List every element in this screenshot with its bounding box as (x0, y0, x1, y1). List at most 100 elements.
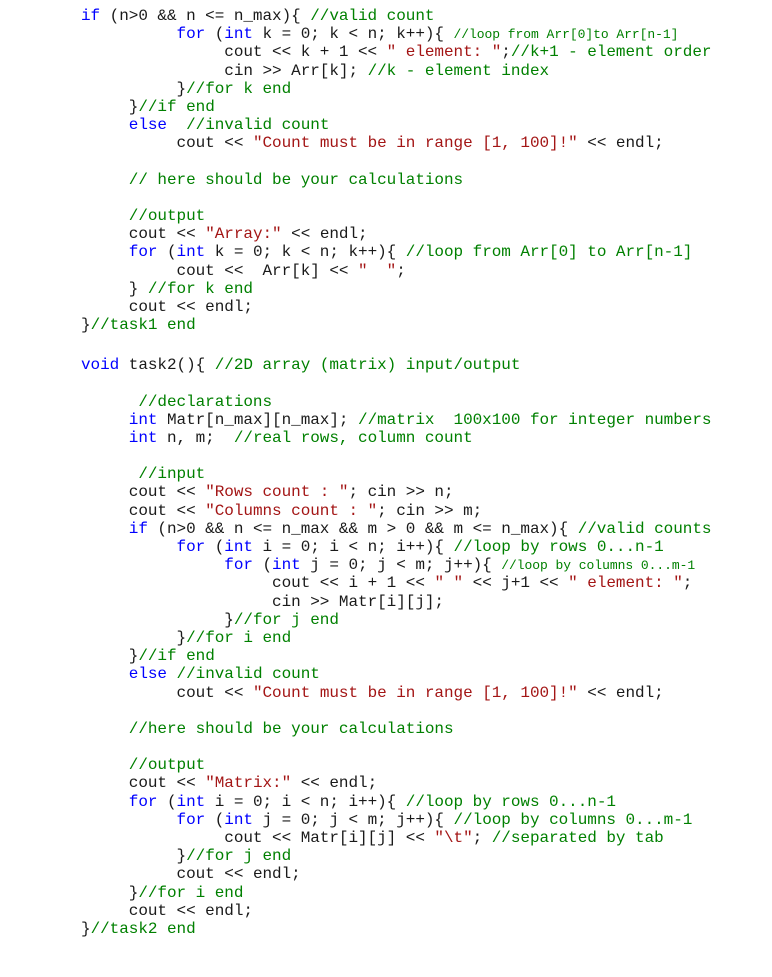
string-literal: "Array:" (205, 225, 282, 244)
comment: //for k end (147, 279, 253, 298)
string-literal: "Columns count : " (205, 501, 378, 520)
code-text: << endl; (577, 683, 664, 702)
keyword-token: for (128, 243, 158, 262)
code-line: }//for j end (81, 611, 711, 629)
comment: //output (128, 756, 206, 775)
keyword-token: int (176, 792, 206, 811)
comment: //loop by columns 0...m-1 (453, 810, 693, 829)
code-text: Matr[n_max][n_max]; (157, 410, 359, 429)
comment: //loop by rows 0...n-1 (405, 792, 616, 811)
code-line: }//for i end (81, 629, 711, 647)
code-line: }//for j end (81, 847, 711, 865)
code-line: for (int j = 0; j < m; j++){ //loop by c… (81, 556, 711, 574)
code-line: //input (81, 465, 711, 483)
keyword-token: if (81, 7, 101, 25)
comment: //loop from Arr[0] to Arr[n-1] (405, 243, 693, 262)
keyword-token: int (128, 410, 158, 429)
keyword-token: for (176, 25, 206, 44)
code-text: cout << (176, 134, 253, 153)
string-literal: "Count must be in range [1, 100]!" (252, 683, 578, 702)
code-text: cout << endl; (128, 901, 253, 920)
code-text: ; cin >> n; (348, 483, 454, 502)
code-line: }//if end (81, 647, 711, 665)
code-text: ( (157, 243, 177, 262)
comment: //invalid count (186, 116, 330, 135)
code-text: cout << (128, 483, 206, 502)
code-line: }//for k end (81, 80, 711, 98)
code-line: }//for i end (81, 884, 711, 902)
code-text: task2(){ (119, 356, 215, 375)
comment: //task1 end (90, 316, 196, 335)
code-listing: if (n>0 && n <= n_max){ //valid count fo… (81, 7, 712, 938)
code-text: cin >> Matr[i][j]; (272, 592, 444, 611)
code-text: k = 0; k < n; k++){ (252, 25, 454, 44)
string-literal: "\t" (434, 829, 473, 848)
code-line: cin >> Matr[i][j]; (81, 593, 711, 611)
code-text: } (81, 316, 91, 335)
code-text: } (128, 883, 139, 902)
keyword-token: else (128, 116, 167, 135)
code-line: cout << "Columns count : "; cin >> m; (81, 502, 711, 520)
code-line: void task2(){ //2D array (matrix) input/… (81, 356, 711, 374)
code-text: ; (682, 574, 693, 593)
comment: //valid count (310, 7, 435, 25)
code-text: ; cin >> m; (377, 501, 483, 520)
code-text: } (128, 647, 139, 666)
code-line: cout << "Rows count : "; cin >> n; (81, 483, 711, 501)
code-text: } (128, 97, 139, 116)
code-text: } (176, 79, 187, 98)
comment: //if end (138, 97, 215, 116)
comment: //2D array (matrix) input/output (214, 356, 521, 375)
string-literal: "Count must be in range [1, 100]!" (252, 134, 578, 153)
code-text: << endl; (281, 225, 368, 244)
comment: //real rows, column count (233, 428, 473, 447)
keyword-token: int (176, 243, 206, 262)
code-line: if (n>0 && n <= n_max){ //valid count (81, 7, 711, 25)
code-line: for (int i = 0; i < n; i++){ //loop by r… (81, 793, 711, 811)
code-text: cout << k + 1 << (224, 43, 387, 62)
code-text: } (176, 847, 187, 866)
code-text: ( (205, 25, 225, 44)
code-line: for (int i = 0; i < n; i++){ //loop by r… (81, 538, 711, 556)
code-line: int Matr[n_max][n_max]; //matrix 100x100… (81, 410, 712, 429)
code-text: n, m; (157, 428, 234, 447)
comment: //for i end (138, 883, 244, 902)
comment: //for k end (186, 79, 292, 98)
keyword-token: if (128, 519, 148, 538)
code-text: } (128, 279, 148, 298)
code-text: << j+1 << (463, 574, 569, 593)
comment: //loop by columns 0...m-1 (501, 558, 696, 574)
comment: //matrix 100x100 for integer numbers (358, 410, 712, 429)
code-text: cin >> Arr[k]; (224, 61, 368, 80)
string-literal: " element: " (568, 574, 683, 593)
code-line: for (int k = 0; k < n; k++){ //loop from… (81, 243, 711, 261)
comment: //k - element index (367, 61, 550, 80)
comment: //task2 end (90, 919, 196, 938)
code-line: else //invalid count (81, 665, 711, 683)
code-line: }//if end (81, 98, 711, 116)
code-line: //output (81, 207, 711, 225)
code-line: cout << i + 1 << " " << j+1 << " element… (81, 574, 711, 592)
code-text: } (176, 628, 187, 647)
keyword-token: int (224, 810, 253, 829)
code-line: for (int j = 0; j < m; j++){ //loop by c… (81, 811, 711, 829)
code-line: cout << Arr[k] << " "; (81, 262, 711, 280)
